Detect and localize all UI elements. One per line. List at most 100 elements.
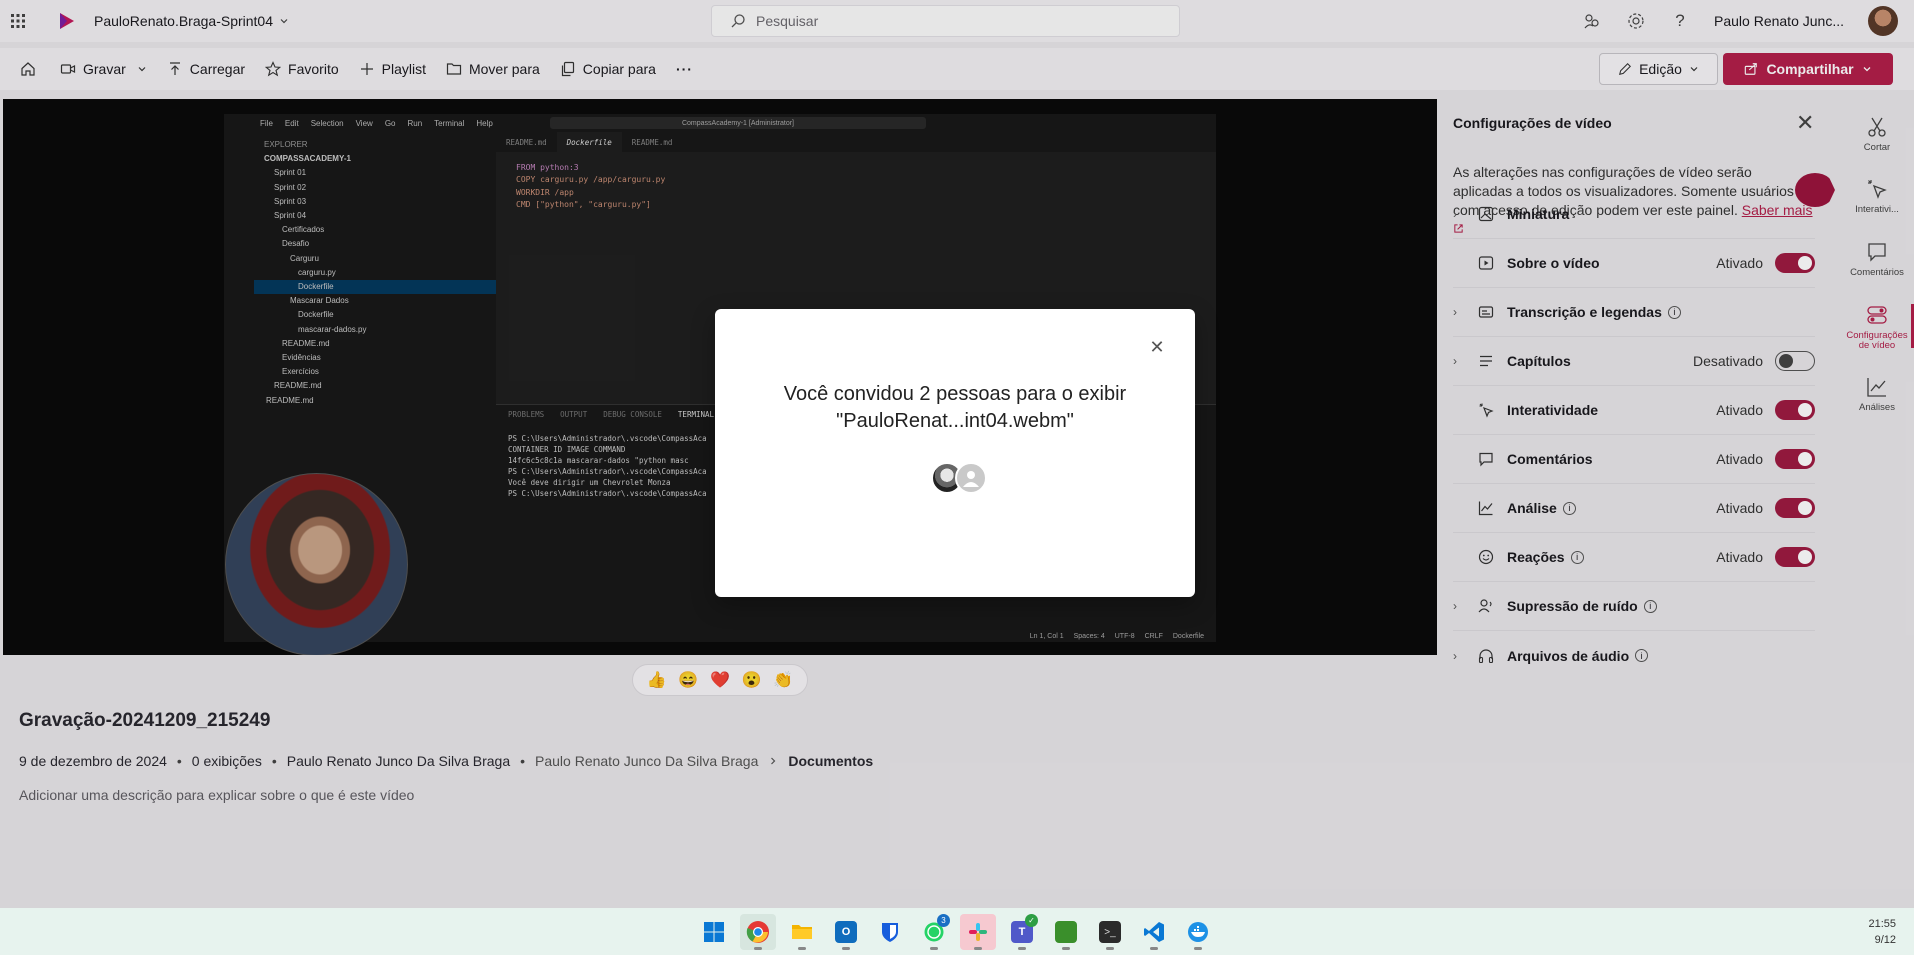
comments-toggle[interactable] (1775, 449, 1815, 469)
info-icon[interactable]: i (1643, 599, 1657, 613)
home-icon (21, 62, 35, 76)
chevron-down-icon (138, 67, 146, 72)
dialog-message: Você convidou 2 pessoas para o exibir "P… (715, 381, 1195, 435)
taskbar-vscode[interactable] (1136, 914, 1172, 950)
help-icon[interactable]: ? (1670, 11, 1690, 31)
upload-button[interactable]: Carregar (167, 53, 245, 85)
location-folder-link[interactable]: Documentos (788, 753, 873, 769)
about-video-toggle[interactable] (1775, 253, 1815, 273)
cursor-click-icon (1868, 179, 1887, 199)
rail-video-settings-button[interactable]: Configurações de vídeo (1840, 298, 1914, 356)
vscode-menu-item: View (355, 118, 373, 128)
reaction-clap-button[interactable]: 👏 (773, 670, 793, 690)
setting-label-text: Arquivos de áudio (1507, 647, 1630, 664)
user-name[interactable]: Paulo Renato Junc... (1714, 13, 1844, 29)
close-icon[interactable]: ✕ (1796, 112, 1814, 134)
more-options-button[interactable]: ··· (676, 53, 693, 85)
video-date: 9 de dezembro de 2024 (19, 753, 167, 769)
chapters-toggle[interactable] (1775, 351, 1815, 371)
setting-chapters[interactable]: › Capítulos Desativado (1453, 337, 1815, 386)
setting-state: Ativado (1716, 451, 1763, 467)
reaction-like-button[interactable]: 👍 (647, 670, 667, 690)
reactions-toggle[interactable] (1775, 547, 1815, 567)
info-icon[interactable]: i (1562, 501, 1576, 515)
description-placeholder[interactable]: Adicionar uma descrição para explicar so… (19, 787, 414, 803)
smiley-icon (1477, 548, 1495, 566)
rail-label: Análises (1859, 401, 1895, 413)
taskbar-chrome[interactable] (740, 914, 776, 950)
taskbar-outlook[interactable]: O (828, 914, 864, 950)
reaction-surprise-button[interactable]: 😮 (742, 670, 762, 690)
user-avatar[interactable] (1868, 6, 1898, 36)
setting-state: Ativado (1716, 500, 1763, 516)
move-to-button[interactable]: Mover para (446, 53, 540, 85)
share-button[interactable]: Compartilhar (1723, 53, 1893, 85)
taskbar-whatsapp[interactable]: 3 (916, 914, 952, 950)
comment-icon (1868, 242, 1886, 262)
interactivity-toggle[interactable] (1775, 400, 1815, 420)
share-icon (1745, 63, 1758, 75)
setting-label-text: Análise (1507, 500, 1557, 516)
docker-whale-icon (1188, 922, 1208, 942)
search-placeholder: Pesquisar (756, 13, 819, 29)
stream-logo-icon[interactable] (54, 9, 78, 33)
headphones-icon (1477, 647, 1495, 665)
tree-item: Certificados (282, 225, 325, 235)
rail-interactive-button[interactable]: Interativi... (1840, 167, 1914, 225)
favorite-button[interactable]: Favorito (265, 53, 339, 85)
comment-icon (1477, 450, 1495, 468)
chevron-down-icon (280, 19, 288, 24)
setting-audio-files[interactable]: › Arquivos de áudio i (1453, 631, 1815, 680)
taskbar-teams[interactable]: T ✓ (1004, 914, 1040, 950)
reaction-laugh-button[interactable]: 😄 (678, 670, 698, 690)
settings-gear-icon[interactable] (1626, 11, 1646, 31)
start-button[interactable] (696, 914, 732, 950)
rail-label: Interativi... (1855, 203, 1899, 215)
file-title[interactable]: PauloRenato.Braga-Sprint04 (94, 13, 289, 29)
app-icon (1055, 921, 1077, 943)
video-owner[interactable]: Paulo Renato Junco Da Silva Braga (287, 753, 510, 769)
taskbar-slack[interactable] (960, 914, 996, 950)
tree-item: Desafio (282, 239, 310, 249)
rail-comments-button[interactable]: Comentários (1840, 230, 1914, 288)
system-clock[interactable]: 21:55 9/12 (1868, 916, 1896, 948)
copy-to-button[interactable]: Copiar para (560, 53, 656, 85)
analytics-toggle[interactable] (1775, 498, 1815, 518)
taskbar-file-explorer[interactable] (784, 914, 820, 950)
setting-label-text: Transcrição e legendas (1507, 304, 1662, 320)
app-launcher-icon[interactable] (0, 0, 36, 42)
info-icon[interactable]: i (1667, 305, 1681, 319)
edit-button[interactable]: Edição (1599, 53, 1718, 85)
copy-to-label: Copiar para (582, 61, 656, 77)
setting-label: Interatividade (1507, 402, 1599, 418)
reaction-heart-button[interactable]: ❤️ (710, 670, 730, 690)
close-icon[interactable]: ✕ (1149, 338, 1165, 356)
tree-item-selected: Dockerfile (254, 280, 496, 295)
playlist-button[interactable]: Playlist (359, 53, 426, 85)
taskbar-docker[interactable] (1180, 914, 1216, 950)
record-button[interactable]: Gravar (60, 53, 147, 85)
setting-thumbnail[interactable]: › Miniatura (1453, 190, 1815, 239)
vscode-tab-active: Dockerfile (556, 132, 622, 152)
info-icon[interactable]: i (1635, 649, 1649, 662)
location-owner-link[interactable]: Paulo Renato Junco Da Silva Braga (535, 753, 758, 769)
clock-time: 21:55 (1868, 918, 1896, 930)
setting-transcript[interactable]: › Transcrição e legendas i (1453, 288, 1815, 337)
taskbar-bitwarden[interactable] (872, 914, 908, 950)
tree-item: README.md (266, 395, 314, 405)
taskbar-terminal[interactable]: >_ (1092, 914, 1128, 950)
notification-badge: 3 (937, 914, 950, 927)
home-button[interactable] (20, 53, 36, 85)
taskbar-app-green[interactable] (1048, 914, 1084, 950)
rail-cut-button[interactable]: Cortar (1840, 105, 1914, 163)
search-input[interactable]: Pesquisar (711, 5, 1180, 37)
pencil-icon (1619, 63, 1632, 75)
clock-date: 9/12 (1874, 934, 1896, 946)
tree-item: Carguru (290, 253, 319, 263)
share-people-icon[interactable] (1582, 11, 1602, 31)
setting-noise-suppression[interactable]: › Supressão de ruído i (1453, 582, 1815, 631)
video-title[interactable]: Gravação-20241209_215249 (19, 710, 270, 732)
info-icon[interactable]: i (1570, 550, 1584, 564)
cursor-click-icon (1477, 401, 1495, 419)
rail-analytics-button[interactable]: Análises (1840, 365, 1914, 423)
